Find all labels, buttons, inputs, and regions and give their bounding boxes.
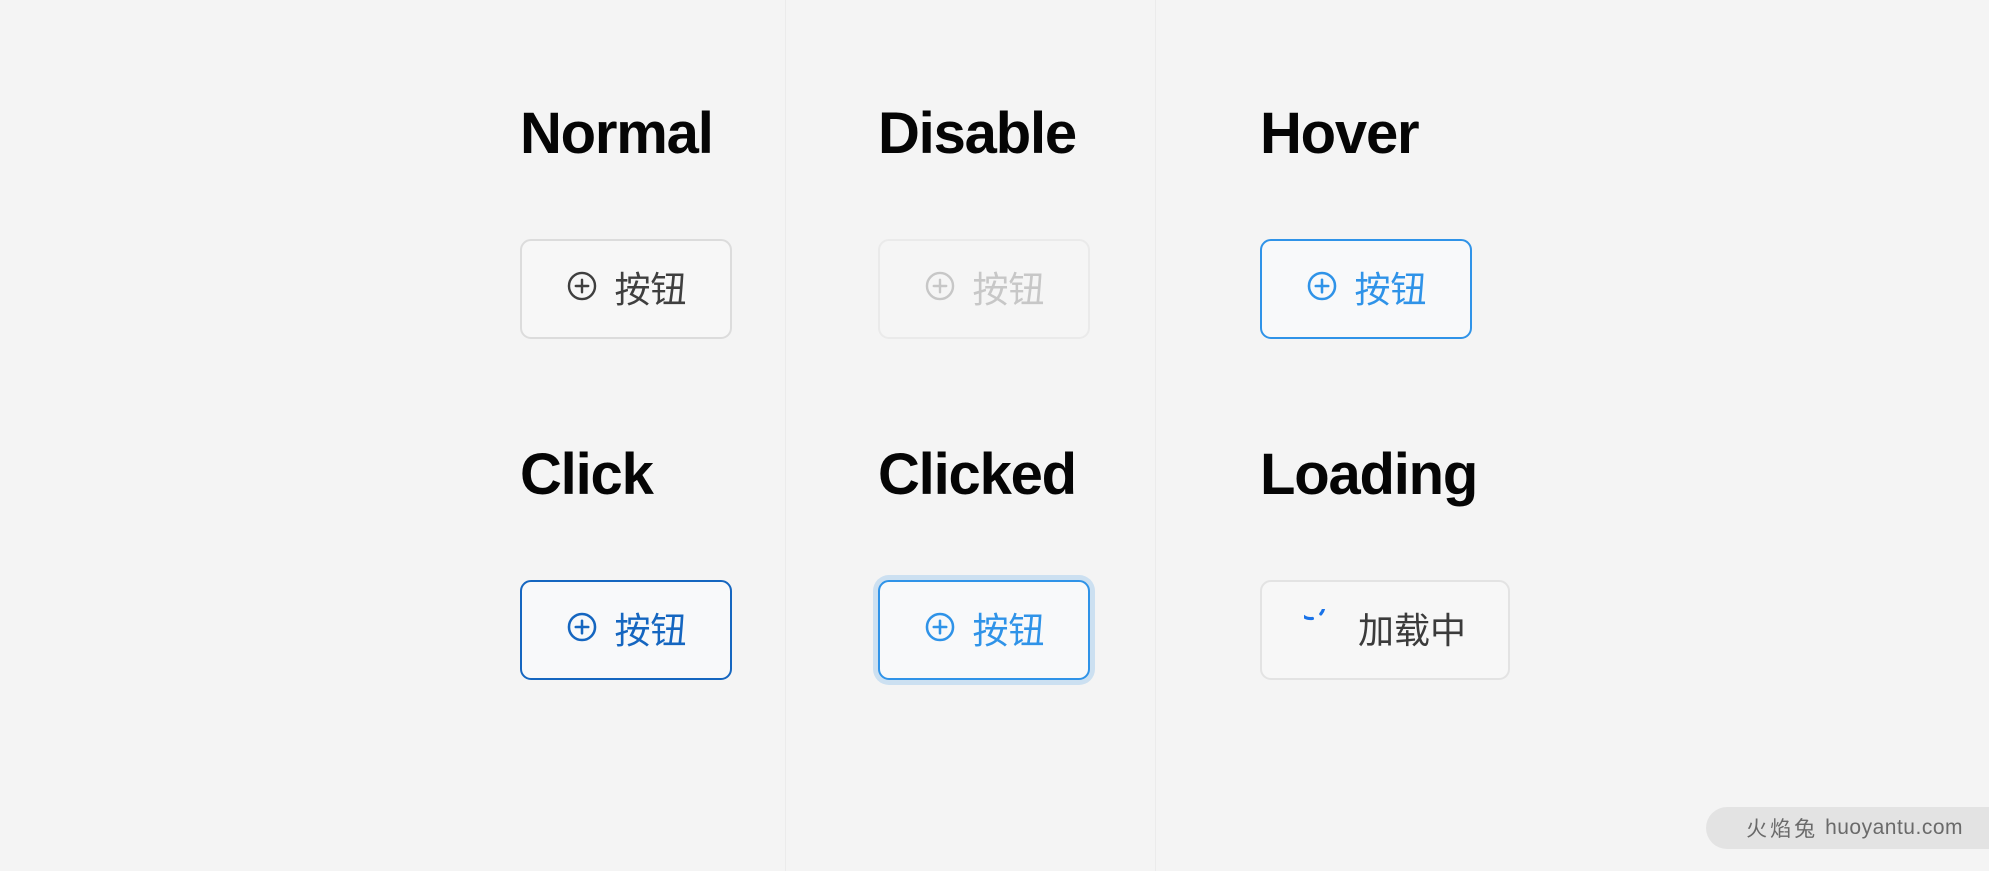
button-label-click: 按钮: [614, 610, 687, 651]
spinner-icon: [1296, 590, 1340, 651]
button-label-hover: 按钮: [1354, 269, 1427, 310]
plus-circle-icon: [923, 610, 957, 650]
button-click[interactable]: 按钮: [520, 580, 732, 680]
state-title-normal: Normal: [520, 101, 714, 166]
watermark-site-text: huoyantu.com: [1825, 816, 1963, 839]
button-normal[interactable]: 按钮: [520, 239, 732, 339]
states-row-top: Normal 按钮 Disable 按钮 Hover 按钮: [520, 105, 1472, 339]
state-cell-hover: Hover 按钮: [1260, 105, 1620, 339]
button-label-normal: 按钮: [614, 269, 687, 310]
plus-circle-icon: [565, 269, 599, 309]
watermark-cn-text: 火焰兔: [1746, 818, 1819, 841]
plus-circle-icon: [565, 610, 599, 650]
state-cell-loading: Loading 加载中: [1260, 446, 1620, 680]
state-title-clicked: Clicked: [878, 442, 1077, 507]
plus-circle-icon: [1305, 269, 1339, 309]
state-title-loading: Loading: [1260, 442, 1478, 507]
states-row-bottom: Click 按钮 Clicked 按钮 Loading 加载中: [520, 446, 1510, 680]
state-cell-normal: Normal 按钮: [520, 105, 878, 339]
button-label-disable: 按钮: [972, 269, 1045, 310]
state-cell-clicked: Clicked 按钮: [878, 446, 1260, 680]
state-title-hover: Hover: [1260, 101, 1420, 166]
button-states-board: Normal 按钮 Disable 按钮 Hover 按钮 Click 按钮 C…: [520, 105, 1510, 680]
state-cell-disable: Disable 按钮: [878, 105, 1260, 339]
state-title-disable: Disable: [878, 101, 1077, 166]
state-title-click: Click: [520, 442, 654, 507]
button-disable: 按钮: [878, 239, 1090, 339]
watermark-badge: 火焰兔 huoyantu.com: [1706, 807, 1989, 849]
button-clicked[interactable]: 按钮: [878, 580, 1090, 680]
button-label-loading: 加载中: [1357, 610, 1466, 651]
state-cell-click: Click 按钮: [520, 446, 878, 680]
button-hover[interactable]: 按钮: [1260, 239, 1472, 339]
button-label-clicked: 按钮: [972, 610, 1045, 651]
plus-circle-icon: [923, 269, 957, 309]
button-loading[interactable]: 加载中: [1260, 580, 1510, 680]
